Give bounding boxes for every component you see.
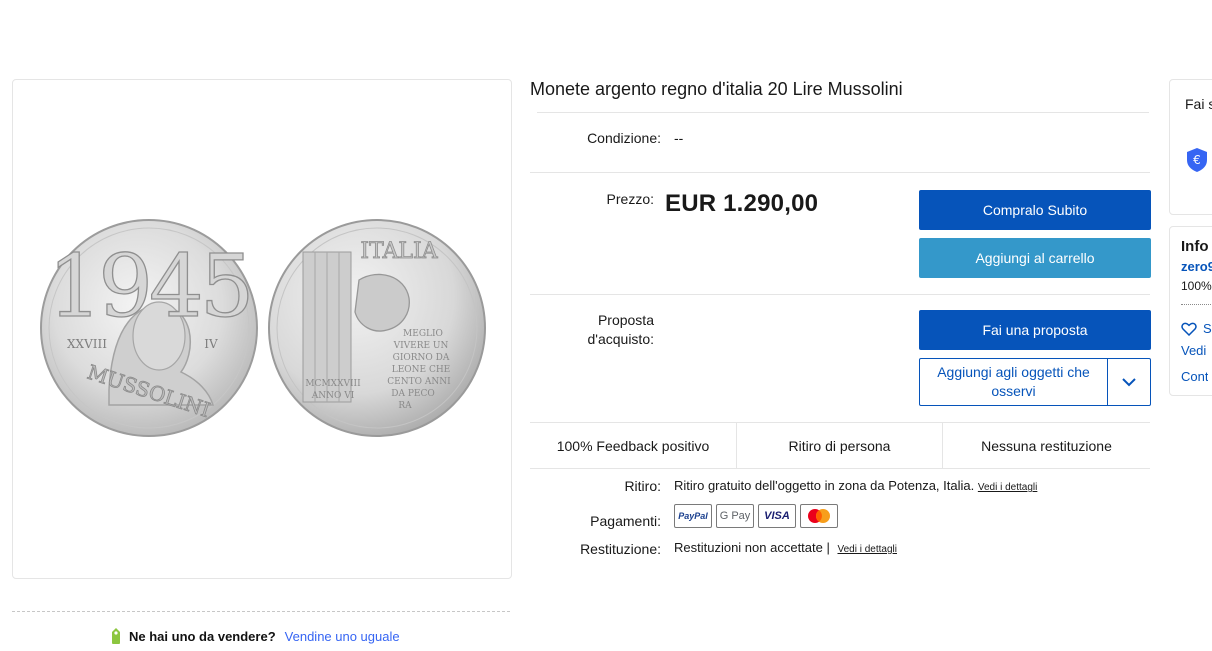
returns-text: Restituzioni non accettate | [674, 540, 830, 555]
coin-front-roman2: IV [204, 337, 218, 351]
coin-back-legend: ITALIA [360, 239, 438, 264]
condition-divider [530, 172, 1150, 173]
returns-label: Restituzione: [580, 541, 661, 557]
condition-label: Condizione: [587, 130, 661, 146]
coin-photo: 1945 XXVIII IV MUSSOLINI ITALIA MEGLIO V… [40, 219, 486, 437]
price-value: EUR 1.290,00 [665, 190, 819, 217]
coin-back-motto-2: VIVERE UN [393, 341, 449, 351]
contact-seller-link[interactable]: Cont [1181, 369, 1208, 384]
title-divider [537, 112, 1149, 113]
sell-similar-row: Ne hai uno da vendere? Vendine uno ugual… [109, 627, 400, 645]
coin-front-roman: XXVIII [67, 337, 107, 351]
feature-feedback: 100% Feedback positivo [556, 437, 710, 454]
coin-back-motto-5: CENTO ANNI [387, 377, 451, 387]
payments-label: Pagamenti: [590, 513, 661, 529]
product-image-gallery[interactable]: 1945 XXVIII IV MUSSOLINI ITALIA MEGLIO V… [12, 79, 512, 579]
feature-returns: Nessuna restituzione [981, 437, 1112, 454]
price-label: Prezzo: [606, 191, 654, 207]
pickup-label: Ritiro: [624, 478, 661, 494]
google-pay-icon: G Pay [716, 504, 754, 528]
returns-detail: Restituzioni non accettate | Vedi i dett… [674, 540, 897, 555]
sell-divider [12, 611, 510, 612]
paypal-icon: PayPal [674, 504, 712, 528]
side-card-offer-title: Fai s [1185, 96, 1212, 112]
coin-back: ITALIA MEGLIO VIVERE UN GIORNO DA LEONE … [268, 219, 486, 437]
side-card-seller-info: Info zero9 100% S Vedi Cont [1169, 226, 1212, 396]
heart-icon [1181, 322, 1197, 336]
svg-text:€: € [1193, 153, 1201, 167]
seller-info-title: Info [1181, 238, 1209, 255]
see-other-items-link[interactable]: Vedi [1181, 343, 1206, 358]
offer-label: Proposta d'acquisto: [587, 312, 655, 347]
seller-feedback-percent: 100% [1181, 279, 1212, 293]
seller-name-link[interactable]: zero9 [1181, 259, 1212, 274]
euro-shield-icon: € [1187, 148, 1207, 172]
coin-back-motto-4: LEONE CHE [392, 365, 451, 375]
price-divider [530, 294, 1150, 295]
mastercard-logo [808, 509, 830, 523]
watch-control: Aggiungi agli oggetti che osservi [919, 358, 1151, 406]
side-card-offer: Fai s € [1169, 79, 1212, 215]
watchlist-dropdown-button[interactable] [1107, 359, 1150, 405]
pickup-text: Ritiro gratuito dell'oggetto in zona da … [674, 478, 975, 493]
condition-value: -- [674, 130, 684, 146]
pickup-details-link[interactable]: Vedi i dettagli [978, 482, 1038, 493]
returns-details-link[interactable]: Vedi i dettagli [837, 544, 897, 555]
visa-icon: VISA [758, 504, 796, 528]
feature-pickup: Ritiro di persona [788, 437, 891, 454]
tag-icon [112, 628, 120, 644]
seller-info-divider [1181, 304, 1212, 305]
coin-back-motto-7: RA [398, 401, 412, 411]
coin-back-motto-6: DA PECO [391, 389, 434, 399]
listing-title: Monete argento regno d'italia 20 Lire Mu… [530, 79, 903, 99]
coin-back-motto-1: MEGLIO [403, 329, 443, 339]
buy-now-button[interactable]: Compralo Subito [919, 190, 1151, 230]
chevron-down-icon [1122, 377, 1136, 386]
feature-divider [530, 468, 1150, 469]
add-to-cart-button[interactable]: Aggiungi al carrello [919, 238, 1151, 278]
coin-back-roman2: ANNO VI [311, 391, 355, 401]
coin-front-year: 1945 [48, 237, 251, 337]
coin-back-roman: MCMXXVIII [305, 379, 361, 389]
coin-back-motto-3: GIORNO DA [393, 353, 450, 363]
add-to-watchlist-button[interactable]: Aggiungi agli oggetti che osservi [920, 359, 1107, 405]
coin-front: 1945 XXVIII IV MUSSOLINI [40, 219, 258, 437]
make-offer-button[interactable]: Fai una proposta [919, 310, 1151, 350]
save-seller-label: S [1203, 321, 1212, 336]
sell-question: Ne hai uno da vendere? [129, 628, 276, 644]
pickup-detail: Ritiro gratuito dell'oggetto in zona da … [674, 478, 1037, 493]
save-seller-button[interactable]: S [1181, 321, 1212, 336]
mastercard-icon [800, 504, 838, 528]
sell-similar-link[interactable]: Vendine uno uguale [285, 629, 400, 644]
